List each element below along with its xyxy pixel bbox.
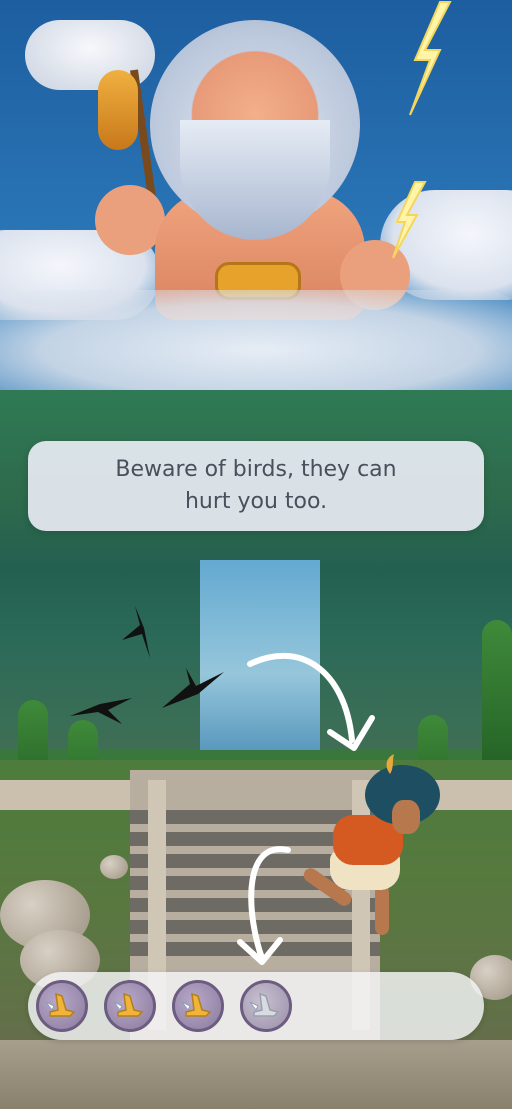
winged-sandal-icon bbox=[45, 992, 76, 1017]
inventory-slot-3[interactable] bbox=[172, 980, 224, 1032]
stone-floor bbox=[0, 1040, 512, 1109]
stone-wall-left bbox=[0, 780, 150, 810]
winged-sandal-icon bbox=[249, 992, 280, 1017]
inventory-slot-2[interactable] bbox=[104, 980, 156, 1032]
hint-message: Beware of birds, they can hurt you too. bbox=[115, 457, 397, 514]
feather-icon bbox=[386, 754, 394, 774]
hint-dialog: Beware of birds, they can hurt you too. bbox=[28, 441, 484, 531]
zeus-staff-top bbox=[98, 70, 138, 150]
small-lightning-bolt-icon bbox=[392, 181, 427, 259]
hero-face bbox=[392, 800, 420, 834]
rock bbox=[100, 855, 128, 879]
inventory-bar bbox=[28, 972, 484, 1040]
game-scene: Beware of birds, they can hurt you too. bbox=[0, 0, 512, 1109]
waterfall bbox=[200, 560, 320, 750]
winged-sandal-icon bbox=[181, 992, 212, 1017]
inventory-slot-1[interactable] bbox=[36, 980, 88, 1032]
inventory-slot-4[interactable] bbox=[240, 980, 292, 1032]
lightning-bolt-icon bbox=[409, 1, 452, 116]
winged-sandal-icon bbox=[113, 992, 144, 1017]
hero-leg bbox=[375, 885, 389, 935]
